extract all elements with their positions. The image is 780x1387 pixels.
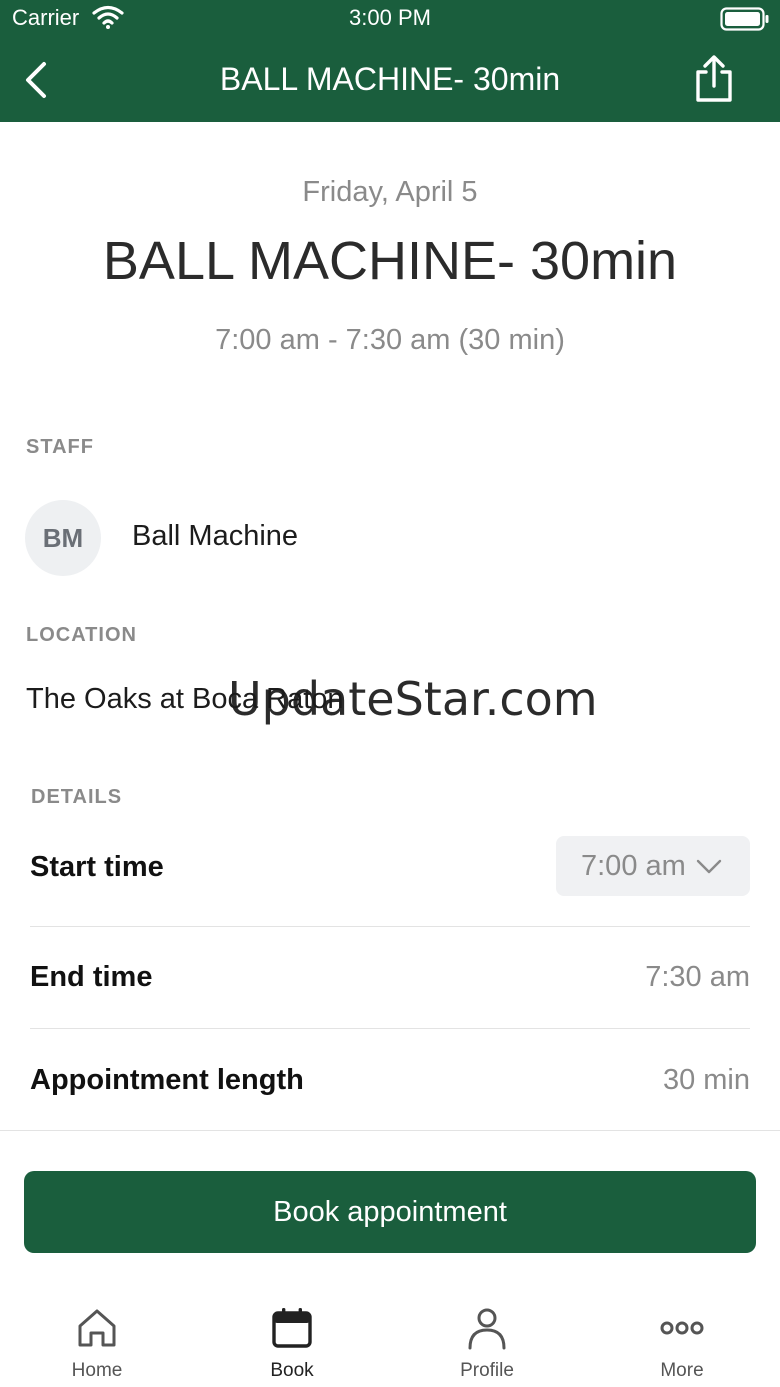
more-icon	[660, 1321, 704, 1335]
status-time: 3:00 PM	[349, 5, 431, 30]
divider	[0, 1130, 780, 1131]
book-appointment-button[interactable]: Book appointment	[24, 1171, 756, 1253]
appointment-detail-screen: Carrier 3:00 PM BALL MACHINE- 30min Frid…	[0, 0, 780, 1387]
appointment-length-row: Appointment length 30 min	[30, 1061, 750, 1161]
time-range: 7:00 am - 7:30 am (30 min)	[215, 324, 565, 356]
nav-title: BALL MACHINE- 30min	[219, 61, 561, 97]
tab-label: Book	[270, 1360, 314, 1381]
tab-home[interactable]: Home	[37, 1306, 157, 1382]
tab-label: Home	[71, 1360, 123, 1381]
staff-section-label: STAFF	[26, 436, 94, 458]
staff-avatar: BM	[25, 500, 101, 576]
start-time-value: 7:00 am	[581, 849, 686, 882]
start-time-label: Start time	[30, 851, 164, 883]
divider	[30, 926, 750, 927]
chevron-down-icon	[696, 859, 721, 874]
person-icon	[468, 1308, 506, 1350]
end-time-value: 7:30 am	[645, 961, 750, 993]
appointment-length-value: 30 min	[662, 1064, 750, 1096]
start-time-select[interactable]: 7:00 am	[556, 836, 750, 896]
tab-profile[interactable]: Profile	[427, 1306, 547, 1382]
appointment-length-label: Appointment length	[30, 1064, 304, 1096]
home-icon	[78, 1309, 116, 1347]
end-time-label: End time	[30, 961, 153, 993]
location-section-label: LOCATION	[26, 624, 137, 646]
tab-book[interactable]: Book	[232, 1306, 352, 1382]
staff-name: Ball Machine	[132, 520, 299, 552]
share-icon[interactable]	[692, 54, 736, 104]
calendar-icon	[272, 1308, 312, 1348]
battery-icon	[720, 7, 769, 31]
status-bar: Carrier 3:00 PM	[0, 0, 780, 36]
back-chevron-icon[interactable]	[20, 60, 52, 100]
start-time-row: Start time 7:00 am	[30, 836, 750, 936]
details-section-label: DETAILS	[31, 786, 123, 808]
end-time-row: End time 7:30 am	[30, 958, 750, 1058]
divider	[30, 1028, 750, 1029]
app-header: Carrier 3:00 PM BALL MACHINE- 30min	[0, 0, 780, 122]
appointment-date: Friday, April 5	[302, 176, 478, 208]
tab-more[interactable]: More	[622, 1306, 742, 1382]
tab-label: Profile	[460, 1360, 514, 1381]
service-title: BALL MACHINE- 30min	[102, 231, 678, 291]
watermark: UpdateStar.com	[228, 672, 598, 726]
tab-label: More	[660, 1360, 704, 1381]
avatar-initials: BM	[42, 522, 84, 553]
